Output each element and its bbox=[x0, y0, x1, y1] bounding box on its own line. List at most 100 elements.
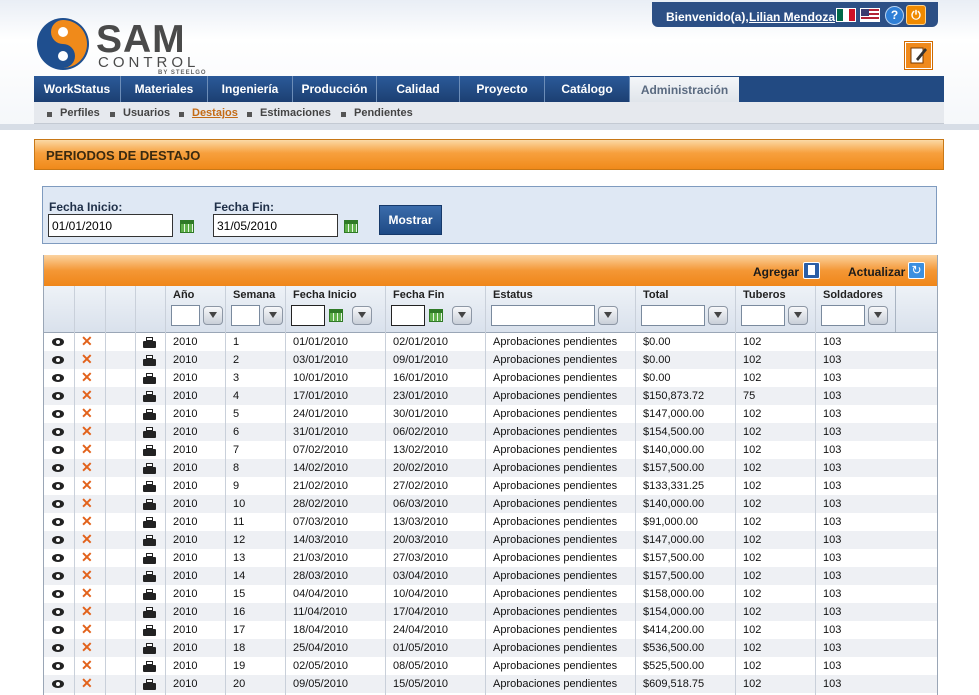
delete-icon[interactable]: ✕ bbox=[81, 351, 93, 367]
view-eye-icon[interactable] bbox=[52, 590, 64, 598]
printer-icon[interactable] bbox=[143, 643, 156, 654]
column-header-label[interactable]: Total bbox=[643, 289, 668, 301]
printer-icon[interactable] bbox=[143, 589, 156, 600]
column-calendar-icon[interactable] bbox=[429, 309, 443, 322]
delete-icon[interactable]: ✕ bbox=[81, 585, 93, 601]
table-row[interactable]: ✕ 2010 6 31/01/2010 06/02/2010 Aprobaciones p… bbox=[44, 423, 937, 441]
view-eye-icon[interactable] bbox=[52, 626, 64, 634]
view-eye-icon[interactable] bbox=[52, 680, 64, 688]
delete-icon[interactable]: ✕ bbox=[81, 369, 93, 385]
delete-icon[interactable]: ✕ bbox=[81, 639, 93, 655]
tab-administraci-n[interactable]: Administración bbox=[630, 77, 739, 103]
table-row[interactable]: ✕ 2010 7 07/02/2010 13/02/2010 Aprobaciones p… bbox=[44, 441, 937, 459]
table-row[interactable]: ✕ 2010 4 17/01/2010 23/01/2010 Aprobaciones p… bbox=[44, 387, 937, 405]
column-header-label[interactable]: Semana bbox=[233, 289, 275, 301]
subnav-item-destajos[interactable]: Destajos bbox=[192, 107, 238, 119]
tab-workstatus[interactable]: WorkStatus bbox=[34, 76, 121, 102]
delete-icon[interactable]: ✕ bbox=[81, 423, 93, 439]
table-row[interactable]: ✕ 2010 5 24/01/2010 30/01/2010 Aprobaciones p… bbox=[44, 405, 937, 423]
refresh-icon[interactable]: ↻ bbox=[908, 262, 925, 279]
printer-icon[interactable] bbox=[143, 661, 156, 672]
printer-icon[interactable] bbox=[143, 445, 156, 456]
filter-icon[interactable] bbox=[452, 306, 472, 325]
subnav-item-usuarios[interactable]: Usuarios bbox=[123, 107, 170, 119]
printer-icon[interactable] bbox=[143, 535, 156, 546]
column-header-label[interactable]: Estatus bbox=[493, 289, 533, 301]
column-filter-input[interactable] bbox=[231, 305, 260, 326]
tab-cat-logo[interactable]: Catálogo bbox=[545, 76, 630, 102]
delete-icon[interactable]: ✕ bbox=[81, 531, 93, 547]
view-eye-icon[interactable] bbox=[52, 338, 64, 346]
filter-icon[interactable] bbox=[598, 306, 618, 325]
printer-icon[interactable] bbox=[143, 391, 156, 402]
view-eye-icon[interactable] bbox=[52, 446, 64, 454]
filter-icon[interactable] bbox=[352, 306, 372, 325]
column-filter-input[interactable] bbox=[291, 305, 325, 326]
column-filter-input[interactable] bbox=[491, 305, 595, 326]
table-row[interactable]: ✕ 2010 12 14/03/2010 20/03/2010 Aprobaciones … bbox=[44, 531, 937, 549]
printer-icon[interactable] bbox=[143, 679, 156, 690]
usa-flag-icon[interactable] bbox=[860, 8, 880, 22]
table-row[interactable]: ✕ 2010 18 25/04/2010 01/05/2010 Aprobaciones … bbox=[44, 639, 937, 657]
view-eye-icon[interactable] bbox=[52, 392, 64, 400]
delete-icon[interactable]: ✕ bbox=[81, 387, 93, 403]
table-row[interactable]: ✕ 2010 1 01/01/2010 02/01/2010 Aprobaciones p… bbox=[44, 333, 937, 351]
delete-icon[interactable]: ✕ bbox=[81, 549, 93, 565]
table-row[interactable]: ✕ 2010 14 28/03/2010 03/04/2010 Aprobaciones … bbox=[44, 567, 937, 585]
tab-calidad[interactable]: Calidad bbox=[377, 76, 460, 102]
delete-icon[interactable]: ✕ bbox=[81, 621, 93, 637]
view-eye-icon[interactable] bbox=[52, 536, 64, 544]
end-date-input[interactable] bbox=[213, 214, 338, 237]
delete-icon[interactable]: ✕ bbox=[81, 603, 93, 619]
table-row[interactable]: ✕ 2010 17 18/04/2010 24/04/2010 Aprobaciones … bbox=[44, 621, 937, 639]
table-row[interactable]: ✕ 2010 10 28/02/2010 06/03/2010 Aprobaciones … bbox=[44, 495, 937, 513]
add-button[interactable]: Agregar bbox=[753, 265, 799, 279]
table-row[interactable]: ✕ 2010 8 14/02/2010 20/02/2010 Aprobaciones p… bbox=[44, 459, 937, 477]
column-header-label[interactable]: Fecha Fin bbox=[393, 289, 444, 301]
table-row[interactable]: ✕ 2010 2 03/01/2010 09/01/2010 Aprobaciones p… bbox=[44, 351, 937, 369]
view-eye-icon[interactable] bbox=[52, 500, 64, 508]
printer-icon[interactable] bbox=[143, 499, 156, 510]
table-row[interactable]: ✕ 2010 3 10/01/2010 16/01/2010 Aprobaciones p… bbox=[44, 369, 937, 387]
column-filter-input[interactable] bbox=[391, 305, 425, 326]
filter-icon[interactable] bbox=[788, 306, 808, 325]
printer-icon[interactable] bbox=[143, 463, 156, 474]
printer-icon[interactable] bbox=[143, 607, 156, 618]
view-eye-icon[interactable] bbox=[52, 356, 64, 364]
view-eye-icon[interactable] bbox=[52, 572, 64, 580]
column-filter-input[interactable] bbox=[821, 305, 865, 326]
table-row[interactable]: ✕ 2010 16 11/04/2010 17/04/2010 Aprobaciones … bbox=[44, 603, 937, 621]
tab-producci-n[interactable]: Producción bbox=[293, 76, 377, 102]
user-link[interactable]: Lilian Mendoza bbox=[749, 10, 835, 24]
printer-icon[interactable] bbox=[143, 517, 156, 528]
refresh-button[interactable]: Actualizar bbox=[848, 265, 905, 279]
delete-icon[interactable]: ✕ bbox=[81, 405, 93, 421]
printer-icon[interactable] bbox=[143, 571, 156, 582]
view-eye-icon[interactable] bbox=[52, 608, 64, 616]
table-row[interactable]: ✕ 2010 13 21/03/2010 27/03/2010 Aprobaciones … bbox=[44, 549, 937, 567]
view-eye-icon[interactable] bbox=[52, 410, 64, 418]
view-eye-icon[interactable] bbox=[52, 464, 64, 472]
start-calendar-icon[interactable] bbox=[180, 220, 194, 233]
table-row[interactable]: ✕ 2010 15 04/04/2010 10/04/2010 Aprobaciones … bbox=[44, 585, 937, 603]
view-eye-icon[interactable] bbox=[52, 644, 64, 652]
column-filter-input[interactable] bbox=[741, 305, 785, 326]
logout-icon[interactable]: ⏻ bbox=[906, 5, 926, 25]
subnav-item-perfiles[interactable]: Perfiles bbox=[60, 107, 100, 119]
tab-proyecto[interactable]: Proyecto bbox=[460, 76, 545, 102]
printer-icon[interactable] bbox=[143, 355, 156, 366]
delete-icon[interactable]: ✕ bbox=[81, 513, 93, 529]
table-row[interactable]: ✕ 2010 9 21/02/2010 27/02/2010 Aprobaciones p… bbox=[44, 477, 937, 495]
mexico-flag-icon[interactable] bbox=[836, 8, 856, 22]
view-eye-icon[interactable] bbox=[52, 428, 64, 436]
delete-icon[interactable]: ✕ bbox=[81, 675, 93, 691]
printer-icon[interactable] bbox=[143, 481, 156, 492]
add-document-icon[interactable] bbox=[803, 262, 820, 279]
column-calendar-icon[interactable] bbox=[329, 309, 343, 322]
show-button[interactable]: Mostrar bbox=[379, 205, 442, 235]
printer-icon[interactable] bbox=[143, 427, 156, 438]
delete-icon[interactable]: ✕ bbox=[81, 459, 93, 475]
subnav-item-estimaciones[interactable]: Estimaciones bbox=[260, 107, 331, 119]
column-filter-input[interactable] bbox=[641, 305, 705, 326]
column-filter-input[interactable] bbox=[171, 305, 200, 326]
